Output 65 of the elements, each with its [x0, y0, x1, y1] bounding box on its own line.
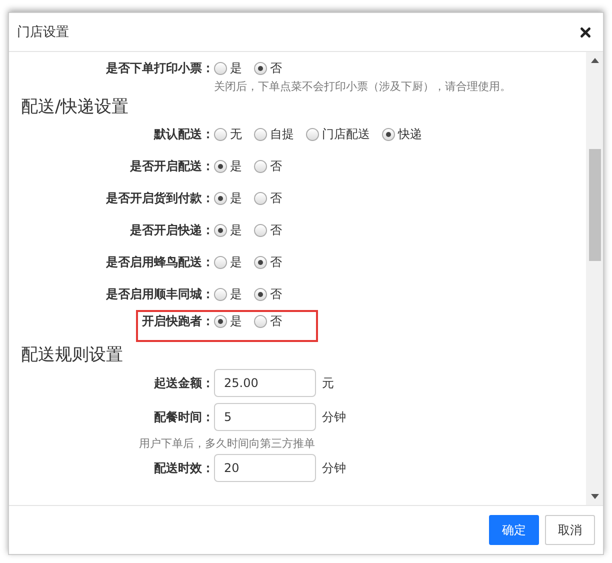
- radio-icon[interactable]: [214, 192, 227, 204]
- section-heading: 配送/快递设置: [20, 96, 130, 118]
- field-label: 是否下单打印小票：: [105, 60, 214, 77]
- radio-option[interactable]: 否: [254, 158, 282, 174]
- field-label: 配送时效：: [153, 460, 214, 476]
- field-label: 是否开启配送：: [129, 158, 214, 174]
- scrollbar-thumb[interactable]: [588, 149, 600, 261]
- field-label: 是否启用顺丰同城：: [105, 286, 214, 302]
- unit-label: 分钟: [322, 460, 346, 476]
- radio-option[interactable]: 快递: [382, 126, 422, 142]
- scrollbar[interactable]: [586, 52, 603, 505]
- field-label: 是否启用蜂鸟配送：: [105, 254, 214, 270]
- radio-option[interactable]: 是: [214, 286, 242, 302]
- scroll-up-icon[interactable]: [590, 58, 598, 63]
- radio-icon[interactable]: [214, 62, 227, 75]
- radio-icon[interactable]: [306, 128, 319, 140]
- radio-icon[interactable]: [254, 224, 267, 236]
- radio-icon[interactable]: [382, 128, 395, 140]
- window-title: 门店设置: [17, 24, 69, 41]
- input-field[interactable]: 25.00: [214, 369, 316, 397]
- section-heading: 配送规则设置: [20, 344, 124, 366]
- radio-icon[interactable]: [214, 160, 227, 172]
- radio-option[interactable]: 否: [254, 286, 282, 302]
- cancel-button[interactable]: 取消: [545, 515, 595, 545]
- radio-icon[interactable]: [214, 256, 227, 268]
- radio-option[interactable]: 否: [254, 254, 282, 270]
- radio-option[interactable]: 是: [214, 158, 242, 174]
- radio-option[interactable]: 否: [254, 190, 282, 206]
- radio-icon[interactable]: [214, 128, 227, 140]
- radio-option[interactable]: 是: [214, 190, 242, 206]
- radio-icon[interactable]: [214, 288, 227, 300]
- close-icon[interactable]: [578, 24, 593, 40]
- radio-option[interactable]: 自提: [254, 126, 294, 142]
- radio-icon[interactable]: [254, 314, 267, 328]
- field-label: 开启快跑者：: [141, 312, 214, 330]
- radio-icon[interactable]: [254, 256, 267, 268]
- radio-icon[interactable]: [254, 128, 267, 140]
- radio-icon[interactable]: [254, 288, 267, 300]
- radio-option[interactable]: 否: [254, 60, 282, 77]
- radio-option[interactable]: 无: [214, 126, 242, 142]
- field-label: 是否开启货到付款：: [105, 190, 214, 206]
- radio-option[interactable]: 门店配送: [306, 126, 370, 142]
- radio-icon[interactable]: [254, 62, 267, 75]
- radio-option[interactable]: 否: [254, 222, 282, 238]
- scroll-down-icon[interactable]: [590, 494, 598, 499]
- unit-label: 分钟: [322, 408, 346, 426]
- radio-icon[interactable]: [214, 314, 227, 328]
- hint-text: 关闭后，下单点菜不会打印小票（涉及下厨），请合理使用。: [214, 79, 512, 94]
- radio-icon[interactable]: [254, 192, 267, 204]
- radio-option[interactable]: 是: [214, 254, 242, 270]
- radio-icon[interactable]: [214, 224, 227, 236]
- hint-text: 用户下单后，多久时间向第三方推单: [138, 436, 316, 451]
- field-label: 配餐时间：: [153, 408, 214, 426]
- unit-label: 元: [322, 374, 334, 392]
- input-field[interactable]: 5: [214, 403, 316, 431]
- field-label: 默认配送：: [152, 126, 214, 142]
- radio-option[interactable]: 否: [254, 312, 282, 330]
- radio-option[interactable]: 是: [214, 60, 242, 77]
- radio-option[interactable]: 是: [214, 312, 242, 330]
- field-label: 是否开启快递：: [129, 222, 214, 238]
- radio-option[interactable]: 是: [214, 222, 242, 238]
- confirm-button[interactable]: 确定: [489, 515, 539, 545]
- field-label: 起送金额：: [153, 374, 214, 392]
- input-field[interactable]: 20: [214, 454, 316, 482]
- radio-icon[interactable]: [254, 160, 267, 172]
